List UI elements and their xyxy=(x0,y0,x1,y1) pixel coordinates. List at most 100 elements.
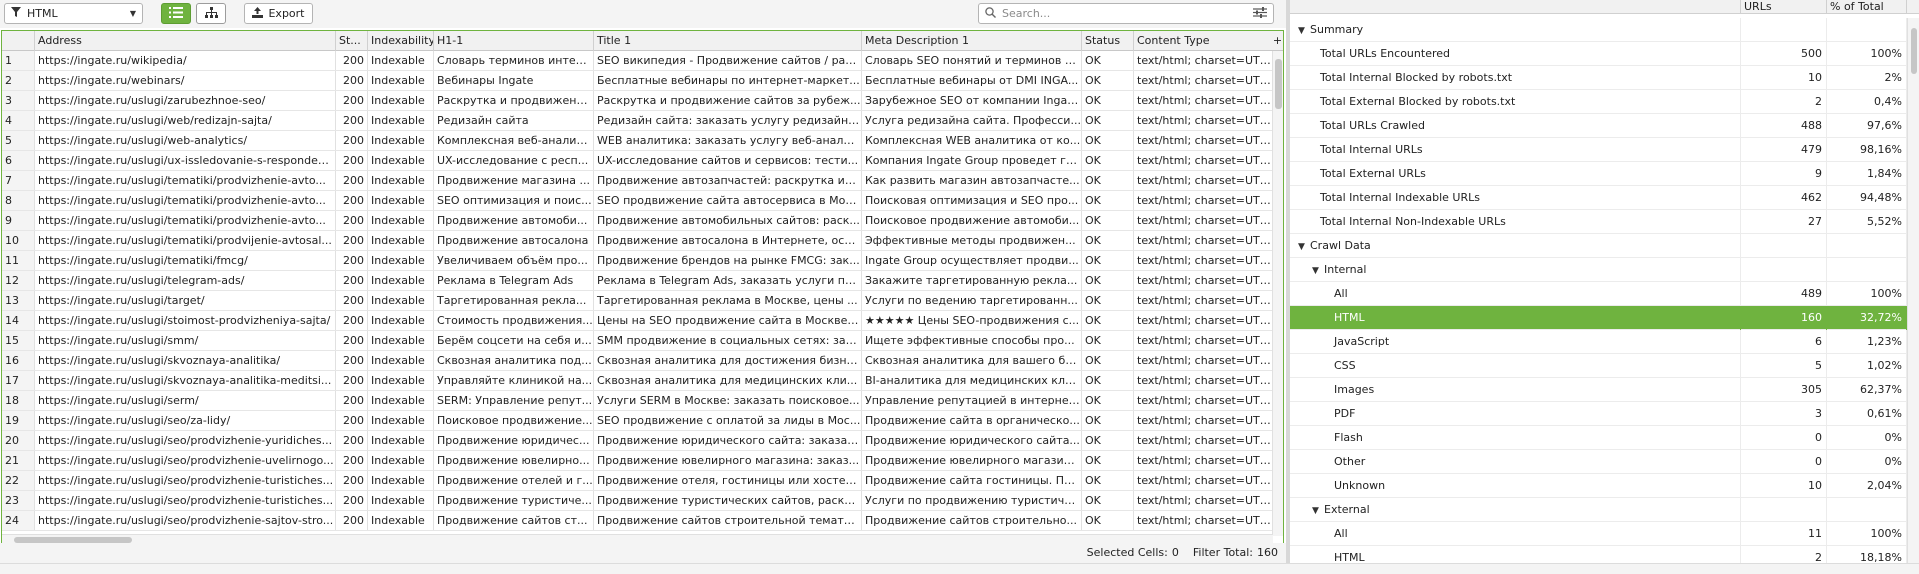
cell-status[interactable]: OK xyxy=(1082,191,1134,210)
cell-address[interactable]: https://ingate.ru/uslugi/smm/ xyxy=(35,331,336,350)
cell-status[interactable]: OK xyxy=(1082,391,1134,410)
cell-address[interactable]: https://ingate.ru/uslugi/tematiki/prodvi… xyxy=(35,231,336,250)
cell-meta-description[interactable]: Как развить магазин автозапчасте... xyxy=(862,171,1082,190)
cell-indexability[interactable]: Indexable xyxy=(368,291,434,310)
cell-status-code[interactable]: 200 xyxy=(336,311,368,330)
cell-content-type[interactable]: text/html; charset=UTF-8 xyxy=(1134,451,1273,470)
overview-column-urls[interactable]: URLs xyxy=(1741,0,1827,14)
cell-status-code[interactable]: 200 xyxy=(336,351,368,370)
cell-content-type[interactable]: text/html; charset=UTF-8 xyxy=(1134,171,1273,190)
cell-indexability[interactable]: Indexable xyxy=(368,511,434,530)
cell-h1[interactable]: Продвижение туристиче... xyxy=(434,491,594,510)
table-row[interactable]: 19 https://ingate.ru/uslugi/seo/za-lidy/2… xyxy=(2,411,1273,431)
table-row[interactable]: 18 https://ingate.ru/uslugi/serm/200 Index… xyxy=(2,391,1273,411)
overview-row[interactable]: Total External URLs 9 1,84% xyxy=(1290,162,1907,186)
overview-row[interactable]: Unknown 10 2,04% xyxy=(1290,474,1907,498)
cell-meta-description[interactable]: Сквозная аналитика для вашего би... xyxy=(862,351,1082,370)
cell-title[interactable]: SEO продвижение с оплатой за лиды в Мос.… xyxy=(594,411,862,430)
cell-address[interactable]: https://ingate.ru/uslugi/skvoznaya-anali… xyxy=(35,371,336,390)
column-header-content-type[interactable]: Content Type xyxy=(1134,31,1273,51)
cell-indexability[interactable]: Indexable xyxy=(368,391,434,410)
cell-row-number[interactable]: 5 xyxy=(2,131,35,150)
cell-address[interactable]: https://ingate.ru/uslugi/ux-issledovanie… xyxy=(35,151,336,170)
cell-content-type[interactable]: text/html; charset=UTF-8 xyxy=(1134,491,1273,510)
overview-row[interactable]: Total Internal URLs 479 98,16% xyxy=(1290,138,1907,162)
column-header-meta-description[interactable]: Meta Description 1 xyxy=(862,31,1082,51)
cell-title[interactable]: SMM продвижение в социальных сетях: зак.… xyxy=(594,331,862,350)
cell-h1[interactable]: Раскрутка и продвижени... xyxy=(434,91,594,110)
cell-status[interactable]: OK xyxy=(1082,371,1134,390)
column-header-address[interactable]: Address xyxy=(35,31,336,51)
list-view-button[interactable] xyxy=(161,3,191,24)
cell-row-number[interactable]: 22 xyxy=(2,471,35,490)
cell-h1[interactable]: Управляйте клиникой на... xyxy=(434,371,594,390)
cell-title[interactable]: Продвижение брендов на рынке FMCG: зак..… xyxy=(594,251,862,270)
cell-content-type[interactable]: text/html; charset=UTF-8 xyxy=(1134,211,1273,230)
cell-content-type[interactable]: text/html; charset=UTF-8 xyxy=(1134,351,1273,370)
cell-indexability[interactable]: Indexable xyxy=(368,491,434,510)
overview-row[interactable]: Total Internal Non-Indexable URLs 27 5,52% xyxy=(1290,210,1907,234)
cell-status[interactable]: OK xyxy=(1082,51,1134,70)
cell-title[interactable]: SEO википедия - Продвижение сайтов / рас… xyxy=(594,51,862,70)
cell-status-code[interactable]: 200 xyxy=(336,131,368,150)
cell-title[interactable]: Сквозная аналитика для медицинских кли..… xyxy=(594,371,862,390)
column-header-status-code[interactable]: St... xyxy=(336,31,368,51)
cell-row-number[interactable]: 11 xyxy=(2,251,35,270)
cell-address[interactable]: https://ingate.ru/uslugi/stoimost-prodvi… xyxy=(35,311,336,330)
overview-scrollbar[interactable] xyxy=(1907,18,1919,563)
add-column-icon[interactable]: + xyxy=(1272,31,1283,51)
triangle-down-icon[interactable]: ▼ xyxy=(1298,19,1310,42)
table-row[interactable]: 23 https://ingate.ru/uslugi/seo/prodvizhe… xyxy=(2,491,1273,511)
cell-address[interactable]: https://ingate.ru/uslugi/tematiki/prodvi… xyxy=(35,211,336,230)
overview-row[interactable]: ▼ Summary xyxy=(1290,18,1907,42)
cell-address[interactable]: https://ingate.ru/uslugi/seo/prodvizheni… xyxy=(35,431,336,450)
cell-indexability[interactable]: Indexable xyxy=(368,91,434,110)
cell-status[interactable]: OK xyxy=(1082,111,1134,130)
cell-title[interactable]: Сквозная аналитика для достижения бизне.… xyxy=(594,351,862,370)
cell-h1[interactable]: SERM: Управление репут... xyxy=(434,391,594,410)
cell-content-type[interactable]: text/html; charset=UTF-8 xyxy=(1134,371,1273,390)
cell-h1[interactable]: Комплексная веб-аналит... xyxy=(434,131,594,150)
cell-content-type[interactable]: text/html; charset=UTF-8 xyxy=(1134,311,1273,330)
table-row[interactable]: 3 https://ingate.ru/uslugi/zarubezhnoe-se… xyxy=(2,91,1273,111)
table-row[interactable]: 13 https://ingate.ru/uslugi/target/200 Ind… xyxy=(2,291,1273,311)
table-row[interactable]: 6 https://ingate.ru/uslugi/ux-issledovani… xyxy=(2,151,1273,171)
cell-content-type[interactable]: text/html; charset=UTF-8 xyxy=(1134,291,1273,310)
cell-address[interactable]: https://ingate.ru/uslugi/seo/prodvizheni… xyxy=(35,451,336,470)
overview-row[interactable]: Total URLs Crawled 488 97,6% xyxy=(1290,114,1907,138)
column-header-indexability[interactable]: Indexability xyxy=(368,31,434,51)
cell-meta-description[interactable]: Закажите таргетированную рекла... xyxy=(862,271,1082,290)
cell-address[interactable]: https://ingate.ru/uslugi/tematiki/fmcg/ xyxy=(35,251,336,270)
overview-row[interactable]: Total Internal Blocked by robots.txt 10 2% xyxy=(1290,66,1907,90)
cell-address[interactable]: https://ingate.ru/uslugi/target/ xyxy=(35,291,336,310)
cell-indexability[interactable]: Indexable xyxy=(368,191,434,210)
cell-indexability[interactable]: Indexable xyxy=(368,211,434,230)
cell-title[interactable]: SEO продвижение сайта автосервиса в Мос.… xyxy=(594,191,862,210)
cell-h1[interactable]: Берём соцсети на себя и... xyxy=(434,331,594,350)
cell-status-code[interactable]: 200 xyxy=(336,271,368,290)
triangle-down-icon[interactable]: ▼ xyxy=(1298,235,1310,258)
cell-row-number[interactable]: 23 xyxy=(2,491,35,510)
overview-row[interactable]: ▼ Crawl Data xyxy=(1290,234,1907,258)
cell-status[interactable]: OK xyxy=(1082,471,1134,490)
cell-address[interactable]: https://ingate.ru/uslugi/seo/prodvizheni… xyxy=(35,511,336,530)
cell-meta-description[interactable]: Поисковое продвижение автомоби... xyxy=(862,211,1082,230)
cell-meta-description[interactable]: Продвижение сайта в органическо... xyxy=(862,411,1082,430)
cell-row-number[interactable]: 7 xyxy=(2,171,35,190)
cell-title[interactable]: Продвижение отеля, гостиницы или хостел.… xyxy=(594,471,862,490)
cell-address[interactable]: https://ingate.ru/uslugi/zarubezhnoe-seo… xyxy=(35,91,336,110)
cell-row-number[interactable]: 17 xyxy=(2,371,35,390)
cell-h1[interactable]: Продвижение автосалона xyxy=(434,231,594,250)
cell-status-code[interactable]: 200 xyxy=(336,431,368,450)
cell-meta-description[interactable]: Продвижение сайтов строительно... xyxy=(862,511,1082,530)
cell-h1[interactable]: Редизайн сайта xyxy=(434,111,594,130)
cell-address[interactable]: https://ingate.ru/uslugi/skvoznaya-anali… xyxy=(35,351,336,370)
cell-status-code[interactable]: 200 xyxy=(336,111,368,130)
cell-indexability[interactable]: Indexable xyxy=(368,51,434,70)
cell-h1[interactable]: Словарь терминов интер... xyxy=(434,51,594,70)
cell-address[interactable]: https://ingate.ru/uslugi/serm/ xyxy=(35,391,336,410)
cell-indexability[interactable]: Indexable xyxy=(368,171,434,190)
cell-title[interactable]: Продвижение автосалона в Интернете, осо.… xyxy=(594,231,862,250)
cell-address[interactable]: https://ingate.ru/uslugi/web-analytics/ xyxy=(35,131,336,150)
cell-indexability[interactable]: Indexable xyxy=(368,371,434,390)
